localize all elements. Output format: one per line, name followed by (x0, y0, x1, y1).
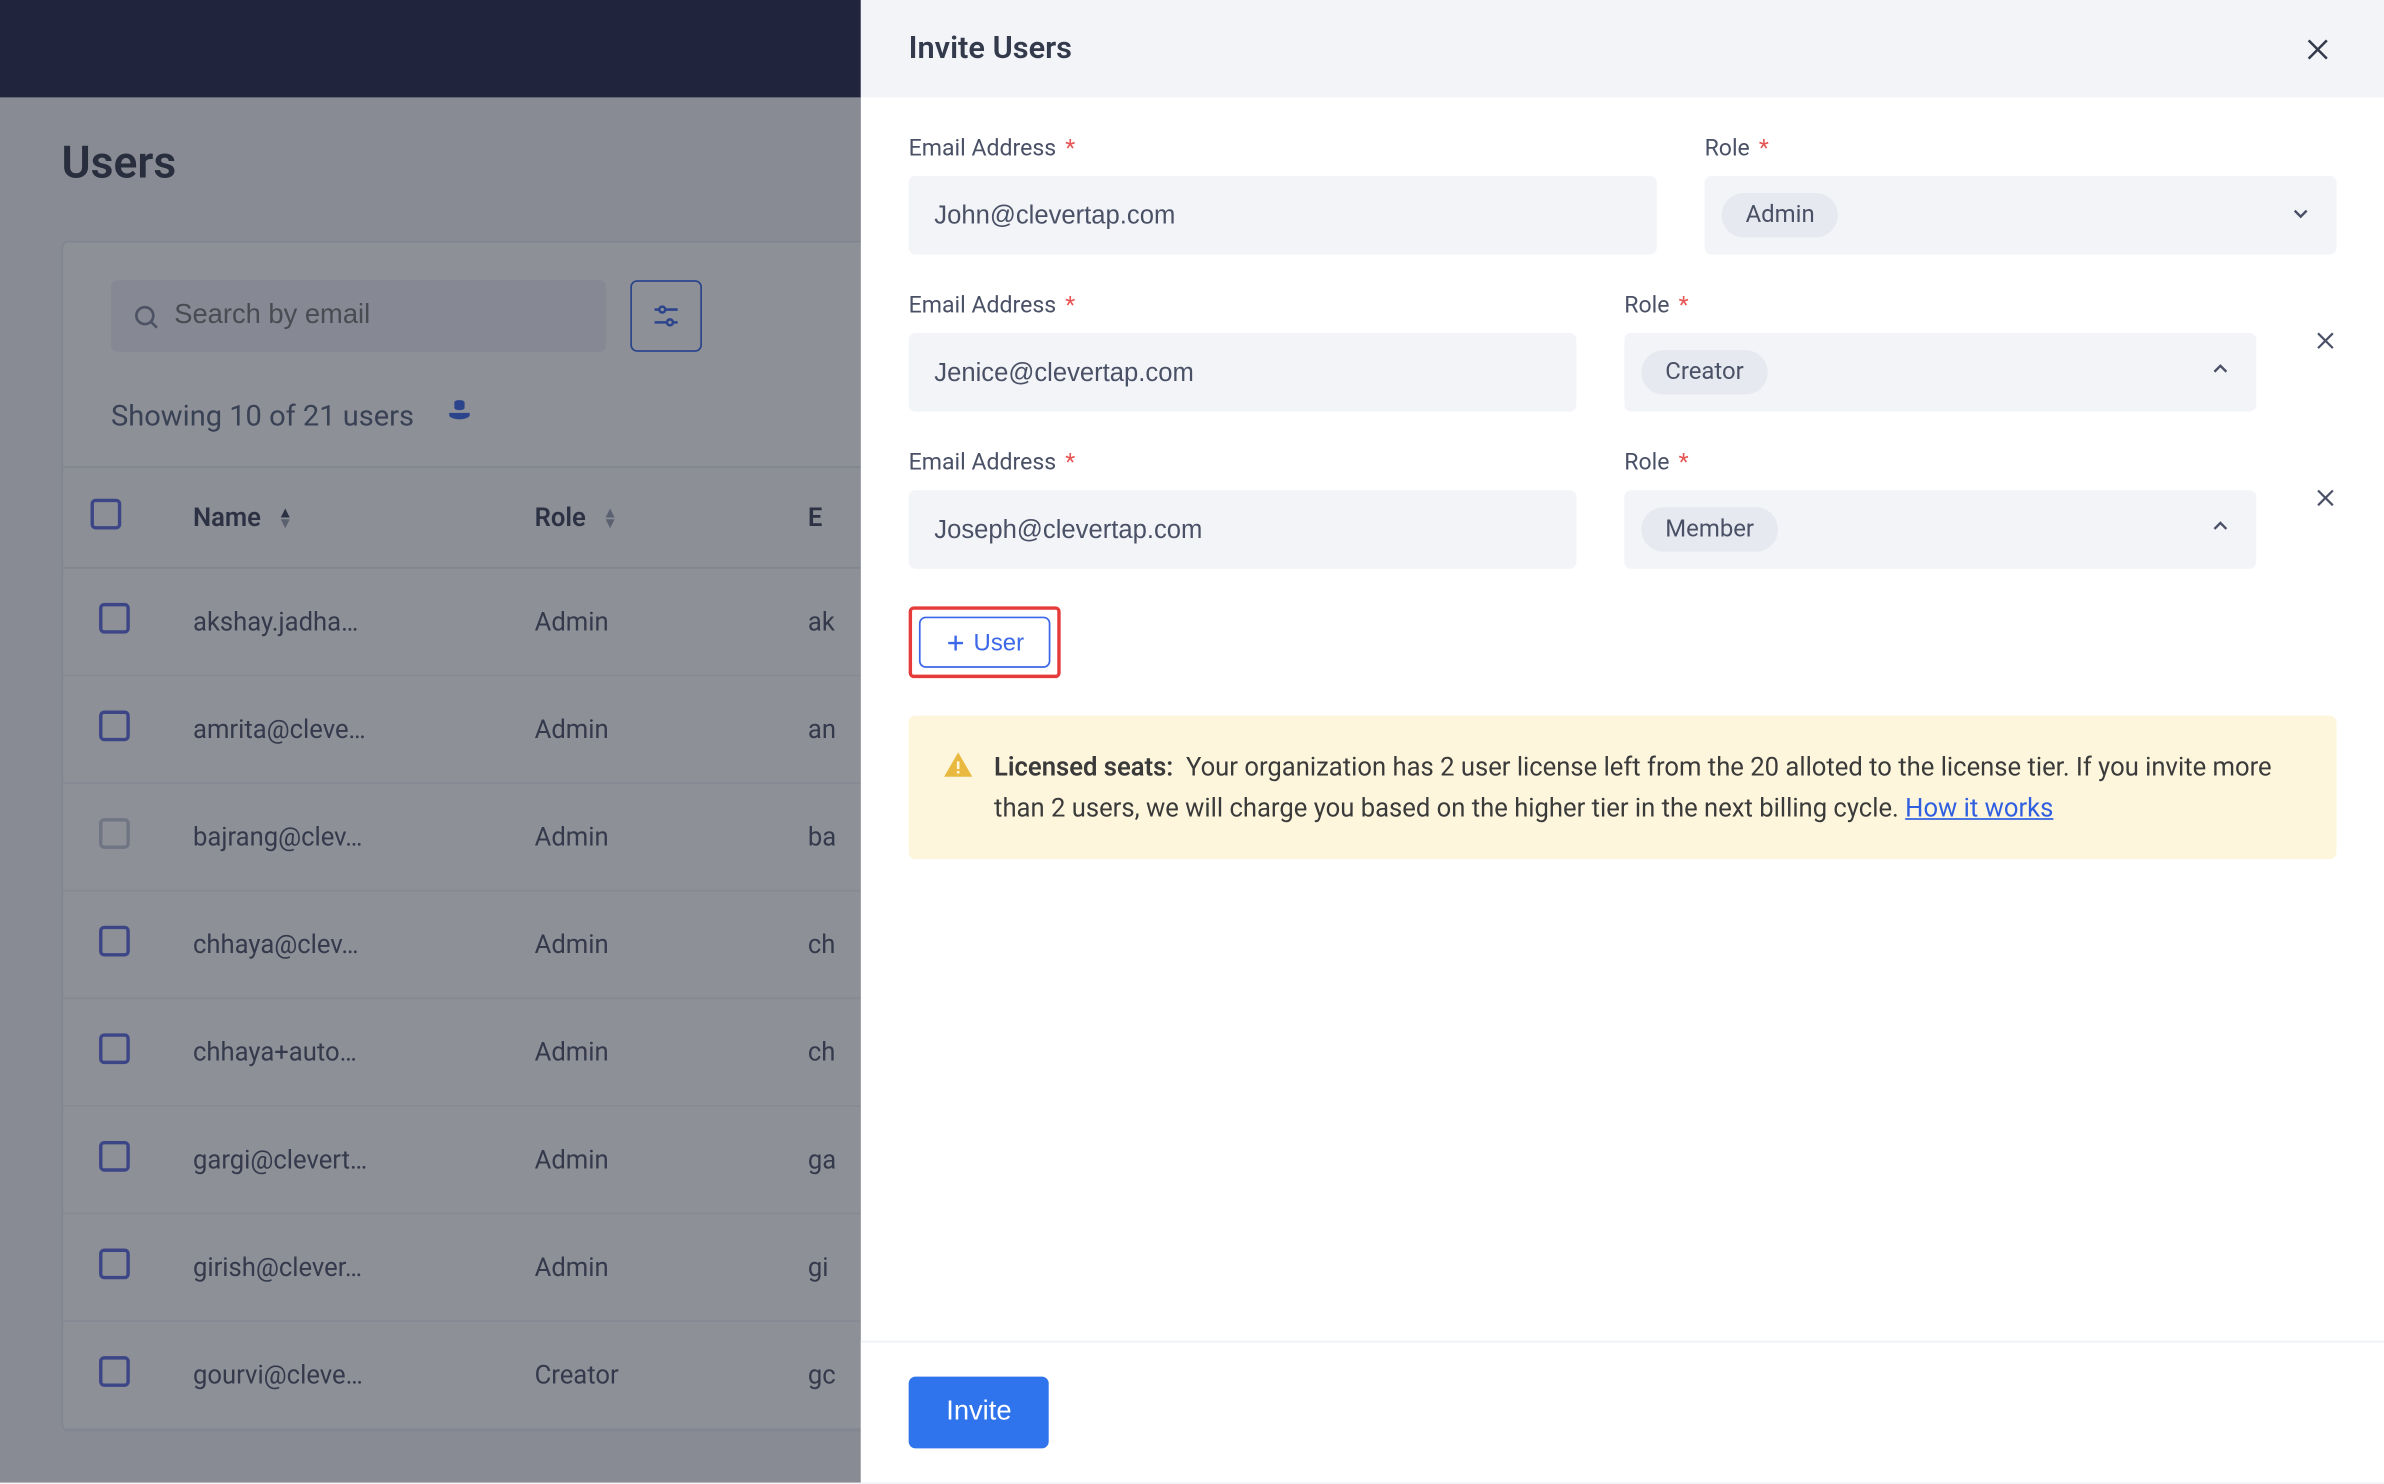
license-notice: Licensed seats: Your organization has 2 … (909, 716, 2337, 859)
close-icon (2314, 329, 2336, 351)
role-select[interactable]: Admin (1705, 176, 2337, 255)
email-label: Email Address * (909, 292, 1577, 319)
email-field[interactable] (909, 333, 1577, 412)
remove-row-button[interactable] (2304, 308, 2336, 375)
how-it-works-link[interactable]: How it works (1905, 793, 2053, 824)
warning-icon (943, 750, 974, 829)
plus-icon (945, 631, 967, 653)
invite-users-drawer: Invite Users Email Address * Role * Admin E… (861, 0, 2384, 1483)
role-chip: Member (1641, 507, 1778, 551)
add-user-highlight: User (909, 606, 1060, 678)
close-icon (2304, 35, 2331, 62)
notice-lead: Licensed seats: (994, 752, 1173, 783)
notice-body: Your organization has 2 user license lef… (994, 752, 2272, 824)
email-label: Email Address * (909, 449, 1577, 476)
close-icon (2314, 486, 2336, 508)
role-select[interactable]: Creator (1624, 333, 2256, 412)
close-button[interactable] (2299, 30, 2337, 68)
chevron-down-icon (2289, 199, 2313, 231)
email-field[interactable] (909, 490, 1577, 569)
role-chip: Admin (1722, 193, 1839, 237)
drawer-title: Invite Users (909, 31, 1072, 67)
role-label: Role * (1624, 292, 2256, 319)
add-user-label: User (974, 629, 1024, 656)
role-label: Role * (1705, 135, 2337, 162)
chevron-up-icon (2208, 513, 2232, 545)
chevron-up-icon (2208, 356, 2232, 388)
remove-row-button[interactable] (2304, 465, 2336, 532)
email-label: Email Address * (909, 135, 1657, 162)
email-field[interactable] (909, 176, 1657, 255)
role-label: Role * (1624, 449, 2256, 476)
role-chip: Creator (1641, 350, 1767, 394)
role-select[interactable]: Member (1624, 490, 2256, 569)
add-user-button[interactable]: User (919, 617, 1050, 668)
invite-button[interactable]: Invite (909, 1377, 1049, 1449)
